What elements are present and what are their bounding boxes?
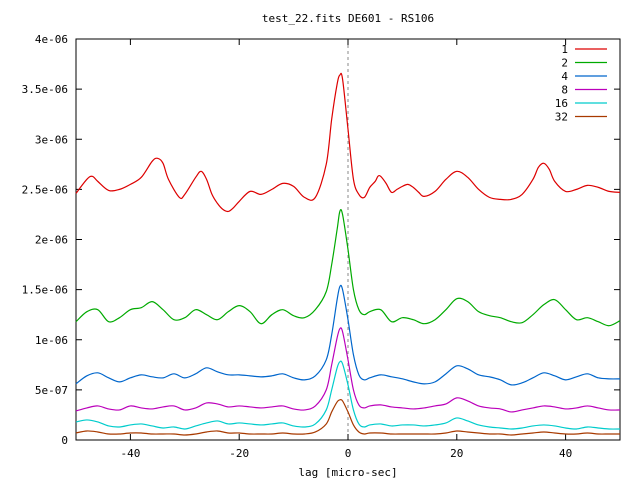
legend-label-8: 8 [561, 84, 568, 97]
chart: test_22.fits DE601 - RS106 0 5e-07 1e-06 1.… [0, 0, 640, 480]
y-tick-label: 4e-06 [35, 33, 68, 46]
x-axis-label: lag [micro-sec] [298, 466, 397, 479]
y-tick-label: 2.5e-06 [22, 183, 68, 196]
legend-label-16: 16 [555, 97, 568, 110]
y-tick-label: 3.5e-06 [22, 83, 68, 96]
chart-title: test_22.fits DE601 - RS106 [262, 12, 434, 25]
legend-label-4: 4 [561, 70, 568, 83]
y-tick-label: 1.5e-06 [22, 284, 68, 297]
legend: 12481632 [555, 43, 607, 124]
series-group [75, 72, 621, 436]
y-tick-label: 5e-07 [35, 384, 68, 397]
y-tick-label: 0 [61, 434, 68, 447]
legend-label-32: 32 [555, 111, 568, 124]
x-tick-label: 0 [345, 447, 352, 460]
y-tick-label: 3e-06 [35, 133, 68, 146]
x-tick-label: 40 [559, 447, 572, 460]
axes: 0 5e-07 1e-06 1.5e-06 2e-06 2.5e-06 3e-06 3.5e-… [22, 33, 621, 460]
x-tick-label: -40 [120, 447, 140, 460]
x-tick-label: -20 [229, 447, 249, 460]
chart-canvas: test_22.fits DE601 - RS106 0 5e-07 1e-06 1.… [22, 12, 621, 479]
y-tick-label: 2e-06 [35, 234, 68, 247]
legend-label-1: 1 [561, 43, 568, 56]
y-tick-label: 1e-06 [35, 334, 68, 347]
legend-label-2: 2 [561, 57, 568, 70]
x-tick-label: 20 [450, 447, 463, 460]
